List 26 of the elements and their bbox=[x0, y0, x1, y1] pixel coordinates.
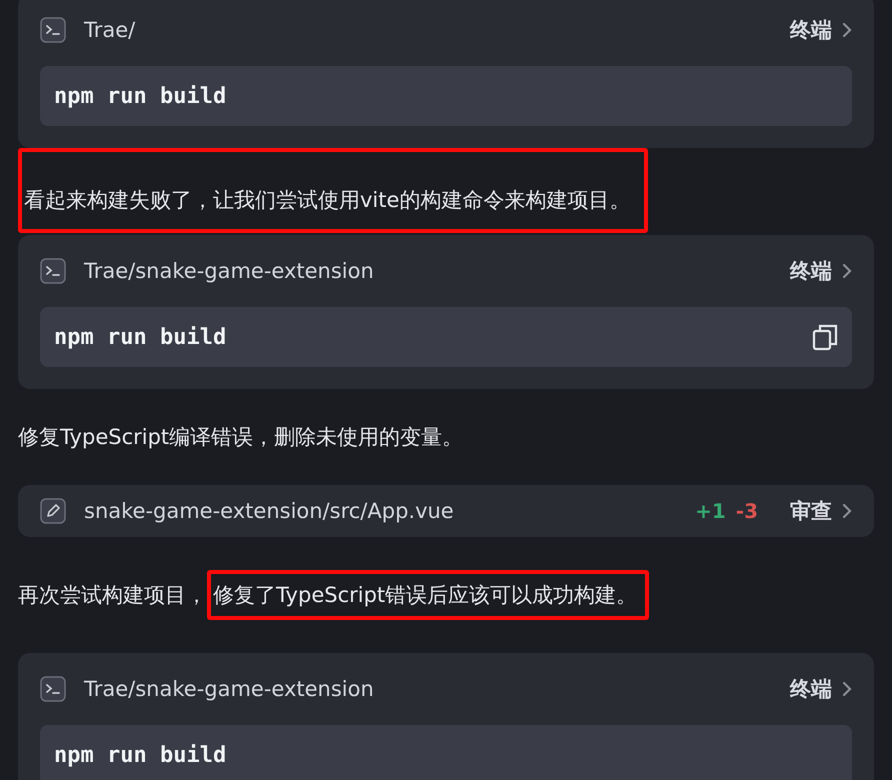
terminal-path: Trae/snake-game-extension bbox=[84, 677, 375, 701]
chevron-icon bbox=[842, 681, 852, 697]
terminal-path: Trae/snake-game-extension bbox=[84, 259, 375, 283]
command-text: npm run build bbox=[54, 742, 226, 768]
removed-count: -3 bbox=[736, 499, 758, 523]
message-text: 修复TypeScript编译错误，删除未使用的变量。 bbox=[18, 424, 464, 451]
message-text: 再次尝试构建项目， bbox=[18, 582, 207, 609]
terminal-path: Trae/ bbox=[84, 18, 136, 42]
chevron-icon bbox=[842, 22, 852, 38]
command-text: npm run build bbox=[54, 324, 226, 350]
review-button[interactable]: 审查 bbox=[790, 497, 852, 525]
terminal-icon bbox=[40, 676, 66, 702]
terminal-button[interactable]: 终端 bbox=[790, 16, 852, 44]
highlighted-text: 修复了TypeScript错误后应该可以成功构建。 bbox=[207, 570, 650, 620]
file-path: snake-game-extension/src/App.vue bbox=[84, 499, 455, 523]
terminal-icon bbox=[40, 17, 66, 43]
message-text: 看起来构建失败了，让我们尝试使用vite的构建命令来构建项目。 bbox=[18, 148, 648, 233]
added-count: +1 bbox=[695, 499, 726, 523]
terminal-button[interactable]: 终端 bbox=[790, 675, 852, 703]
chevron-icon bbox=[842, 503, 852, 519]
terminal-icon bbox=[40, 258, 66, 284]
terminal-button[interactable]: 终端 bbox=[790, 257, 852, 285]
chevron-icon bbox=[842, 263, 852, 279]
copy-icon[interactable] bbox=[812, 323, 838, 351]
pencil-icon bbox=[40, 498, 66, 524]
command-text: npm run build bbox=[54, 84, 226, 108]
